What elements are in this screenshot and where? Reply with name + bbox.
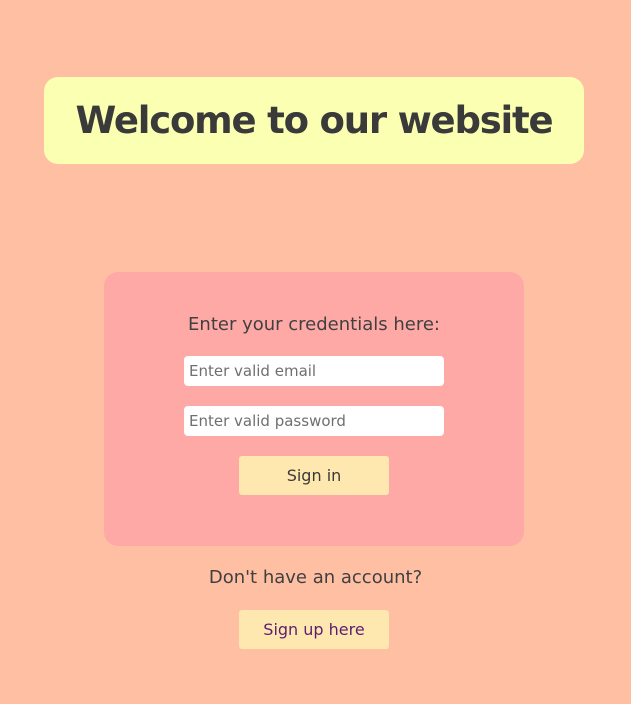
sign-up-button[interactable]: Sign up here [239,610,389,649]
page-title: Welcome to our website [75,99,554,142]
password-field[interactable] [184,406,444,436]
login-card: Enter your credentials here: Sign in [104,272,524,546]
welcome-banner: Welcome to our website [44,77,584,164]
email-field[interactable] [184,356,444,386]
sign-in-button[interactable]: Sign in [239,456,389,495]
credentials-prompt: Enter your credentials here: [188,314,440,335]
no-account-text: Don't have an account? [208,567,423,588]
